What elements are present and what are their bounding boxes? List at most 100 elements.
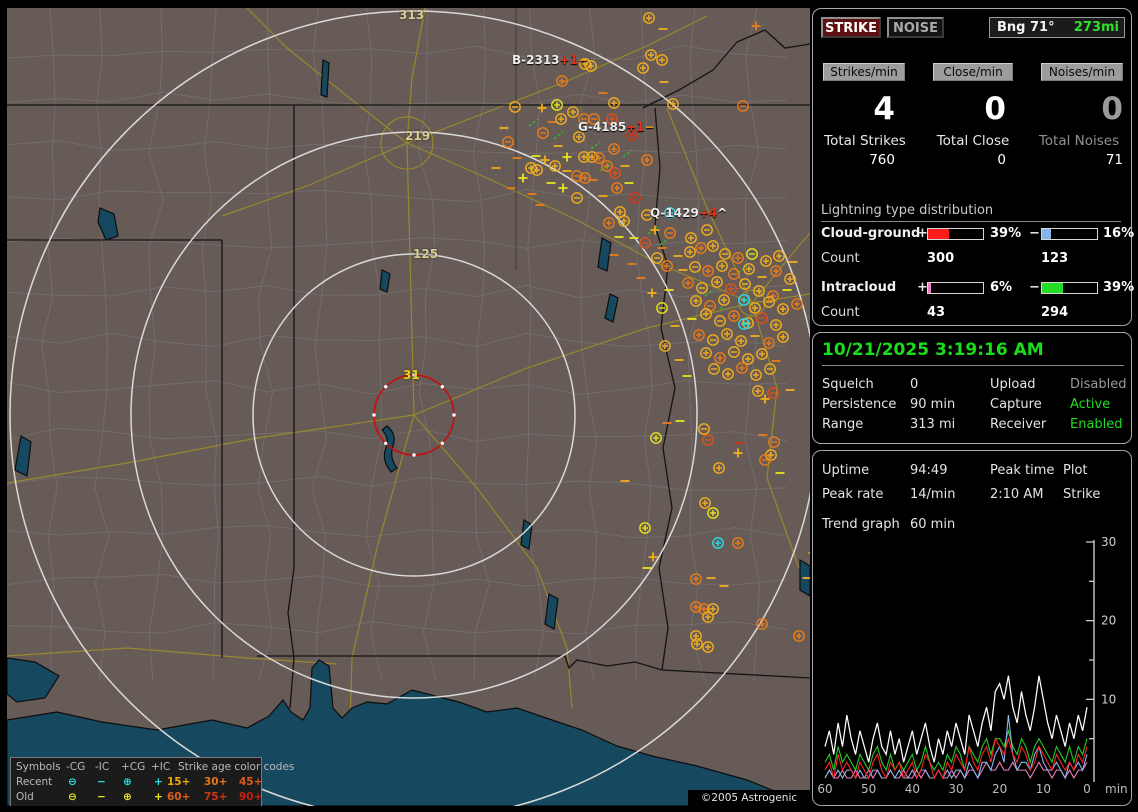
cg-pos-count: 300 — [927, 251, 955, 266]
system-status-box: 10/21/2025 3:19:16 AM Squelch 0 Persiste… — [812, 332, 1132, 444]
x-unit-label: min — [1105, 782, 1128, 796]
noises-per-min-chip[interactable]: Noises/min — [1041, 63, 1123, 81]
intracloud-label: Intracloud — [821, 280, 897, 295]
peak-time-value: 2:10 AM — [990, 487, 1044, 502]
total-close-label: Total Close — [936, 133, 1010, 149]
total-strikes-value: 760 — [869, 152, 895, 168]
ic-pos-recent-icon: + — [154, 776, 163, 788]
trend-graph-label: Trend graph — [822, 517, 900, 532]
total-close-value: 0 — [997, 152, 1006, 168]
strikes-per-min-chip[interactable]: Strikes/min — [823, 63, 905, 81]
trend-series-ic-neg — [824, 728, 1088, 772]
x-tick-label: 10 — [1036, 782, 1051, 796]
age-codes-title: Strike age color codes — [178, 761, 295, 773]
ic-neg-old-icon: − — [97, 791, 106, 803]
range-setting-value: 313 mi — [910, 417, 956, 432]
storm-cell-label: B-2313+1− — [512, 53, 588, 67]
range-value: 273mi — [1073, 20, 1119, 35]
age-45: 45+ — [239, 776, 263, 788]
ic-neg-pct: 39% — [1103, 280, 1135, 295]
cg-pos-pct: 39% — [990, 226, 1022, 241]
x-tick-label: 20 — [992, 782, 1007, 796]
cg-neg-bar — [1041, 228, 1098, 240]
receiver-status: Enabled — [1070, 417, 1123, 432]
upload-status: Disabled — [1070, 377, 1127, 392]
total-strikes-label: Total Strikes — [824, 133, 906, 149]
age-75: 75+ — [204, 791, 228, 803]
ring-label-31: 31 — [403, 368, 420, 382]
x-tick-label: 60 — [817, 782, 832, 796]
count-label: Count — [821, 305, 860, 320]
ic-neg-count: 294 — [1041, 305, 1069, 320]
cloud-ground-label: Cloud-ground — [821, 226, 921, 241]
y-tick-label: 10 — [1101, 692, 1116, 706]
cg-neg-pct: 16% — [1103, 226, 1135, 241]
squelch-value: 0 — [910, 377, 919, 392]
squelch-label: Squelch — [822, 377, 874, 392]
bearing-range-display: Bng 71° 273mi — [989, 17, 1125, 38]
close-per-min-value: 0 — [984, 91, 1006, 127]
capture-label: Capture — [990, 397, 1042, 412]
total-noises-label: Total Noises — [1038, 133, 1120, 149]
symbol-legend: Symbols -CG -IC +CG +IC Strike age color… — [10, 757, 294, 806]
receiver-label: Receiver — [990, 417, 1047, 432]
ic-pos-bar — [927, 282, 984, 294]
minus-sign: − — [1029, 280, 1040, 295]
strike-button[interactable]: STRIKE — [821, 17, 881, 38]
ic-pos-count: 43 — [927, 305, 946, 320]
bearing-value: Bng 71° — [997, 20, 1055, 35]
cg-neg-old-icon: ⊖ — [68, 791, 77, 803]
ring-label-125: 125 — [413, 247, 439, 261]
trend-graph-value: 60 min — [910, 517, 956, 532]
cg-pos-bar — [927, 228, 984, 240]
count-label: Count — [821, 251, 860, 266]
strike-stats-box: STRIKE NOISE Bng 71° 273mi Strikes/min C… — [812, 8, 1135, 326]
upload-label: Upload — [990, 377, 1036, 392]
strikes-per-min-value: 4 — [873, 91, 895, 127]
distribution-title: Lightning type distribution — [821, 203, 1121, 222]
storm-cell-label: Q-1429+4^ — [650, 206, 728, 220]
age-30: 30+ — [204, 776, 228, 788]
uptime-value: 94:49 — [910, 463, 948, 478]
range-label: Range — [822, 417, 864, 432]
legend-row-old: Old — [16, 791, 34, 803]
x-tick-label: 40 — [905, 782, 920, 796]
plot-mode-value: Strike — [1063, 487, 1101, 502]
persistence-label: Persistence — [822, 397, 897, 412]
x-tick-label: 30 — [948, 782, 963, 796]
ic-neg-recent-icon: − — [97, 776, 106, 788]
cg-pos-recent-icon: ⊕ — [123, 776, 132, 788]
copyright-text: ©2005 Astrogenic Systems — [688, 790, 810, 806]
persistence-value: 90 min — [910, 397, 956, 412]
lightning-map[interactable]: 313 219 125 31 B-2313+1− G-4185+1− Q-1429+4^ … — [7, 8, 810, 806]
ring-label-313: 313 — [399, 8, 425, 22]
plot-label: Plot — [1063, 463, 1088, 478]
storm-cell-label: G-4185+1− — [578, 120, 655, 134]
age-90: 90+ — [239, 791, 263, 803]
x-tick-label: 50 — [861, 782, 876, 796]
peak-time-label: Peak time — [990, 463, 1055, 478]
x-tick-label: 0 — [1083, 782, 1091, 796]
ic-neg-bar — [1041, 282, 1098, 294]
age-15: 15+ — [167, 776, 191, 788]
legend-row-recent: Recent — [16, 776, 53, 788]
noise-button[interactable]: NOISE — [887, 17, 944, 38]
peak-rate-label: Peak rate — [822, 487, 884, 502]
app-window: 313 219 125 31 B-2313+1− G-4185+1− Q-1429+4^ … — [0, 0, 1138, 812]
cg-pos-old-icon: ⊕ — [123, 791, 132, 803]
minus-sign: − — [1029, 226, 1040, 241]
peak-rate-value: 14/min — [910, 487, 956, 502]
close-per-min-chip[interactable]: Close/min — [933, 63, 1013, 81]
cg-neg-recent-icon: ⊖ — [68, 776, 77, 788]
noises-per-min-value: 0 — [1101, 91, 1123, 127]
capture-status: Active — [1070, 397, 1111, 412]
ic-pos-old-icon: + — [154, 791, 163, 803]
trend-graph: 10 20 30 60 50 40 30 20 10 0 min — [817, 535, 1128, 796]
cg-neg-count: 123 — [1041, 251, 1069, 266]
total-noises-value: 71 — [1105, 152, 1123, 168]
y-tick-label: 30 — [1101, 535, 1116, 549]
map-canvas — [7, 8, 810, 806]
ring-label-219: 219 — [405, 129, 431, 143]
trend-series-total — [824, 675, 1088, 763]
ic-pos-pct: 6% — [990, 280, 1013, 295]
